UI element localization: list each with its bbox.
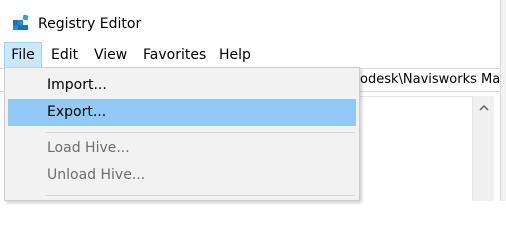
menu-item-import[interactable]: Import... <box>8 72 356 99</box>
menu-edit[interactable]: Edit <box>51 42 78 68</box>
title-bar[interactable]: Registry Editor <box>0 0 500 42</box>
file-menu-dropdown: Import... Export... Load Hive... Unload … <box>4 67 360 201</box>
menu-item-load-hive[interactable]: Load Hive... <box>8 135 356 162</box>
menu-separator <box>45 132 355 133</box>
window-title: Registry Editor <box>38 16 142 32</box>
window-frame-right-edge <box>500 0 506 201</box>
menu-item-unload-hive[interactable]: Unload Hive... <box>8 162 356 189</box>
menu-help[interactable]: Help <box>219 42 251 68</box>
registry-editor-icon <box>12 14 30 32</box>
menu-favorites[interactable]: Favorites <box>143 42 206 68</box>
menu-bar: File Edit View Favorites Help <box>0 42 500 68</box>
menu-item-export[interactable]: Export... <box>8 99 356 126</box>
vertical-scrollbar[interactable] <box>472 96 494 201</box>
menu-view[interactable]: View <box>94 42 127 68</box>
menu-separator <box>45 195 355 196</box>
menu-file[interactable]: File <box>4 42 42 68</box>
chevron-up-icon[interactable] <box>473 100 494 116</box>
registry-editor-window: Registry Editor File Edit View Favorites… <box>0 0 506 201</box>
address-path[interactable]: odesk\Navisworks Mar <box>360 71 500 89</box>
